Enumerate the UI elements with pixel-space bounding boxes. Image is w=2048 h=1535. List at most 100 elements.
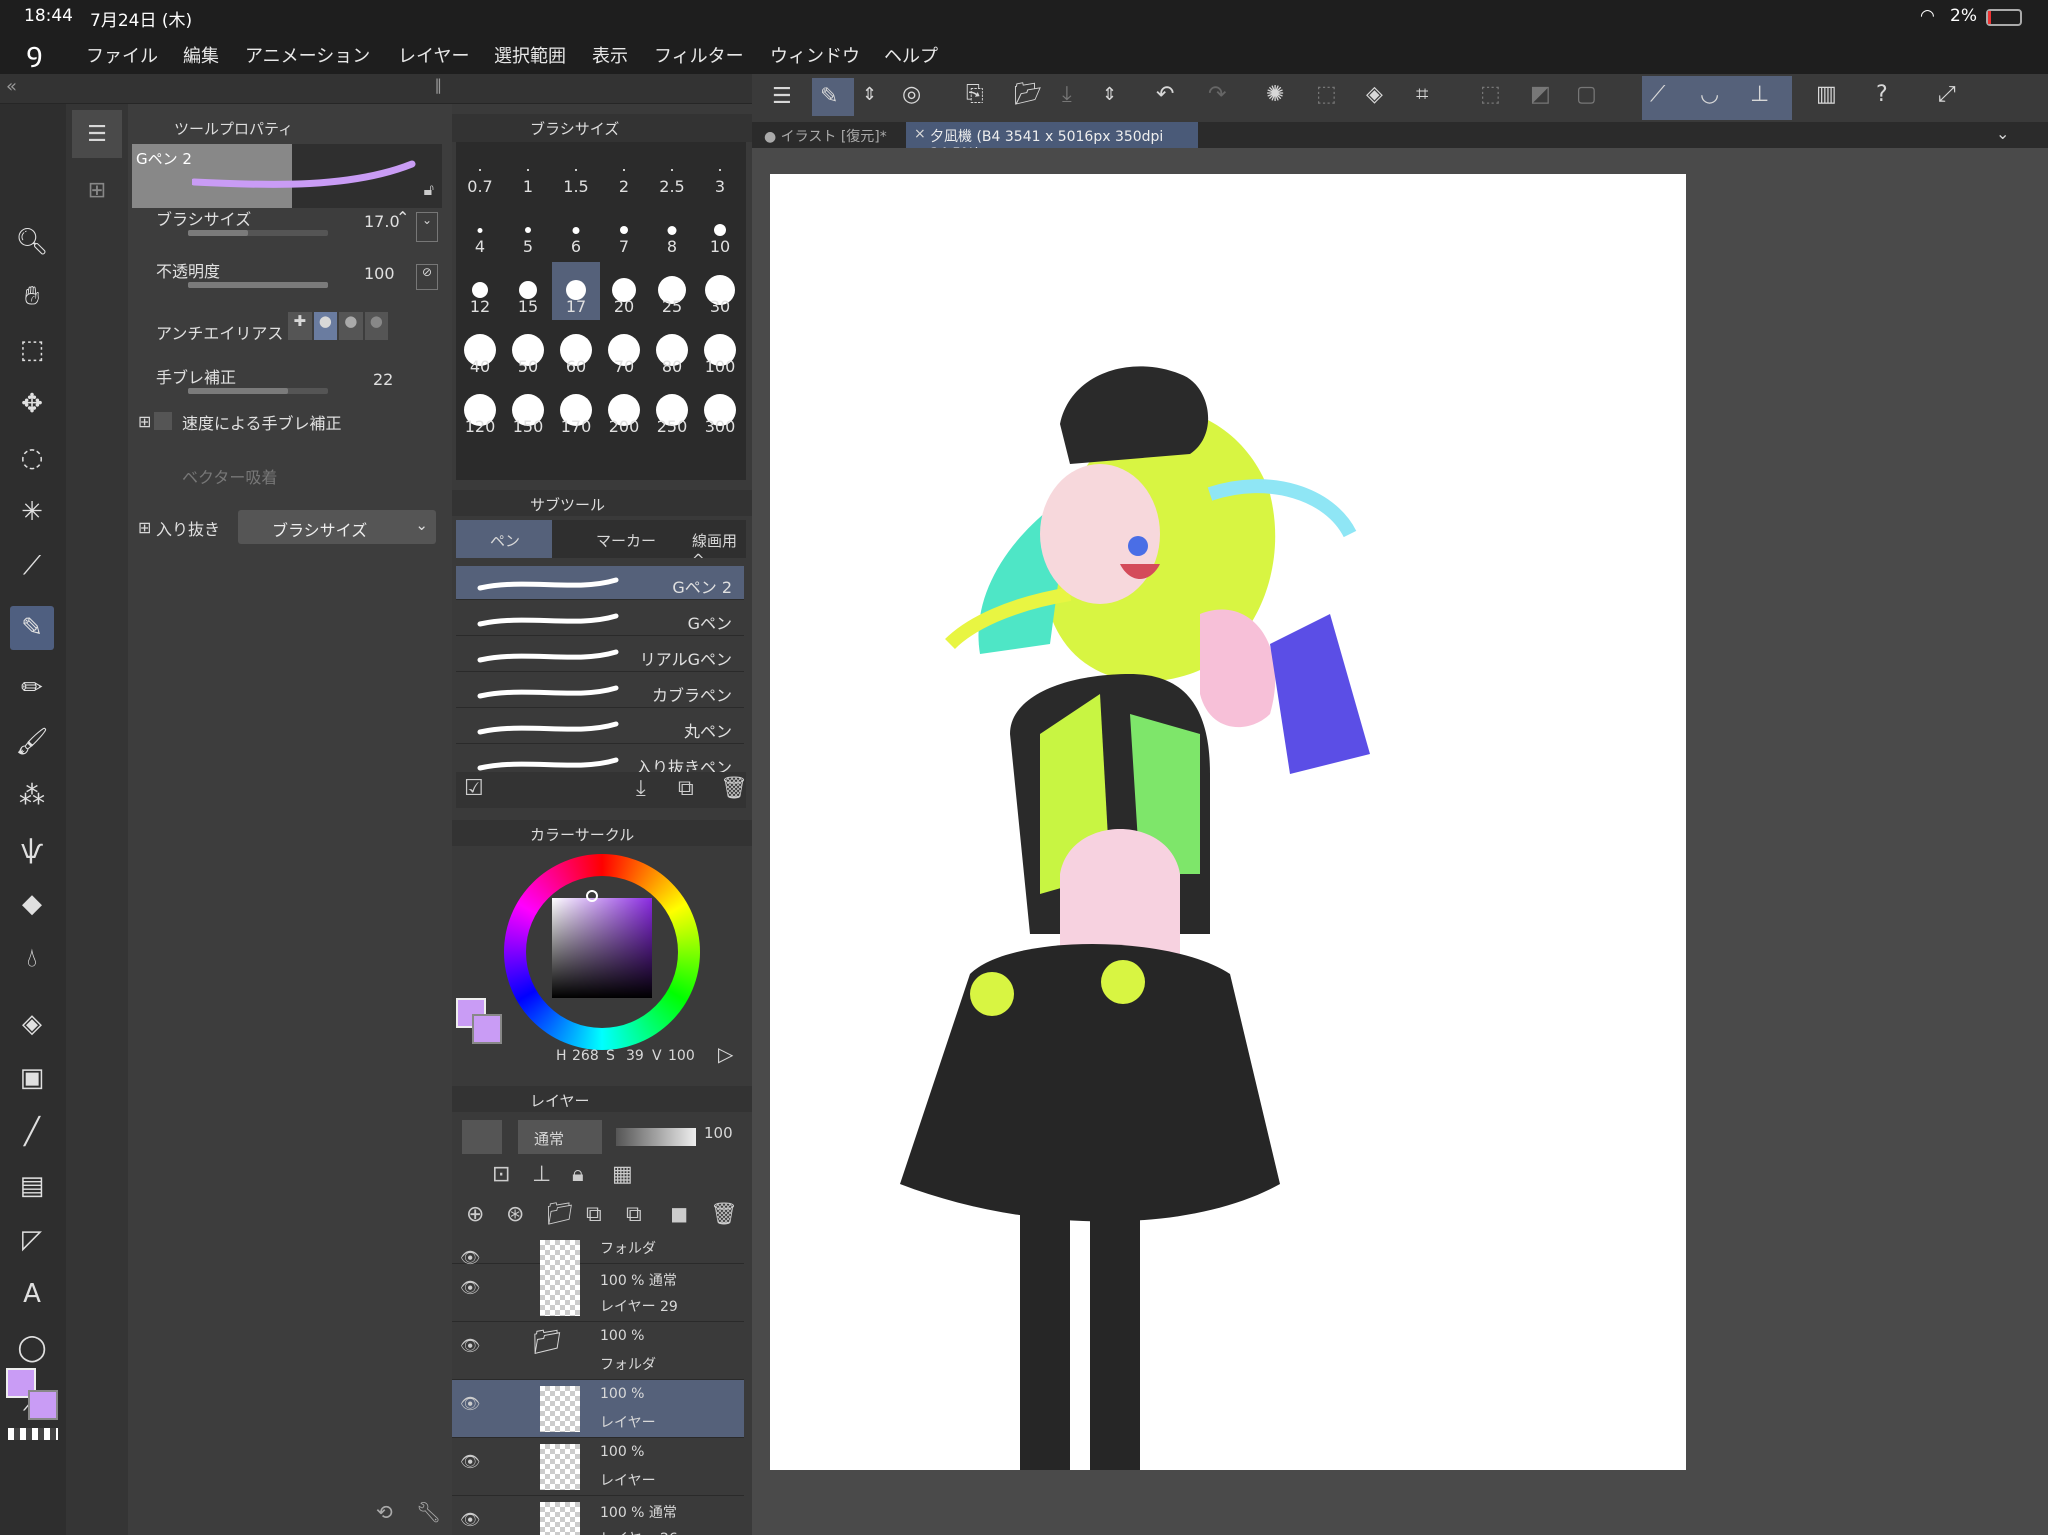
brush-size-cell[interactable]: 40 [456, 322, 504, 380]
redo-icon[interactable]: ↷ [1208, 82, 1226, 107]
special-ruler-snap-icon[interactable]: ◡ [1700, 82, 1719, 107]
new-raster-layer-icon[interactable]: ⊕ [466, 1202, 484, 1227]
brush-size-stepper[interactable]: ⌃ [396, 208, 409, 227]
layer-row[interactable]: 👁︎ 📁︎ 100 % フォルダ [452, 1322, 744, 1380]
subtool-item[interactable]: カブラペン [456, 674, 744, 708]
companion-icon[interactable]: ◎ [902, 82, 921, 107]
subtool-item[interactable]: 丸ペン [456, 710, 744, 744]
move-tool-icon[interactable]: ✥ [10, 382, 54, 426]
download-icon[interactable]: ⤓ [636, 776, 646, 801]
subtool-item[interactable]: Gペン [456, 602, 744, 636]
layer-color-button[interactable] [462, 1120, 502, 1154]
layer-row[interactable]: 👁︎ 100 % 通常レイヤー 26 [452, 1496, 744, 1535]
lock-layer-icon[interactable]: 🔒︎ [572, 1162, 584, 1187]
brush-size-cell[interactable]: 1.5 [552, 142, 600, 200]
menu-hamburger-icon[interactable]: ☰ [772, 84, 792, 109]
subtool-item[interactable]: Gペン 2 [456, 566, 744, 600]
speed-stab-checkbox[interactable] [154, 412, 172, 430]
merge-down-icon[interactable]: ⧉ [586, 1202, 602, 1227]
chevron-down-icon[interactable]: ⌄ [1996, 124, 2009, 143]
visibility-eye-icon[interactable]: 👁︎ [460, 1452, 480, 1471]
fill-tool-icon[interactable]: ◈ [10, 1002, 54, 1046]
brush-size-cell[interactable]: 7 [600, 202, 648, 260]
stabilization-value[interactable]: 22 [373, 370, 393, 389]
zoom-tool-icon[interactable]: 🔍︎ [10, 220, 54, 264]
opacity-pressure-icon[interactable]: ⊘ [416, 264, 438, 290]
expand-taper-icon[interactable]: ⊞ [138, 518, 151, 537]
color-sub-swatch[interactable] [472, 1014, 502, 1044]
trash-icon[interactable]: 🗑︎ [720, 776, 748, 801]
blend-mode-dropdown[interactable]: 通常 [518, 1120, 602, 1154]
subtool-tab-pen[interactable]: ペン [490, 530, 520, 551]
expand-icon[interactable]: ⊞ [138, 412, 151, 431]
tool-property-tab[interactable]: ツールプロパティ [174, 118, 293, 139]
deselect-icon[interactable]: ⬚ [1480, 82, 1501, 107]
pen-tool-icon[interactable]: ✎ [10, 606, 54, 650]
selection-border-icon[interactable]: ▢ [1576, 82, 1597, 107]
transparent-color-swatch[interactable] [8, 1428, 58, 1440]
brush-size-cell[interactable]: 1 [504, 142, 552, 200]
clip-icon[interactable]: ⊡ [492, 1162, 510, 1187]
color-circle-tab[interactable]: カラーサークル [530, 824, 634, 845]
delete-layer-icon[interactable]: 🗑︎ [710, 1202, 738, 1227]
layer-opacity-value[interactable]: 100 [704, 1124, 733, 1142]
text-tool-icon[interactable]: A [10, 1272, 54, 1316]
antialias-selector[interactable]: ✚ ● ● ● [288, 312, 388, 340]
stabilization-slider[interactable] [188, 388, 328, 394]
opacity-value[interactable]: 100 [364, 264, 395, 283]
brush-size-cell[interactable]: 100 [696, 322, 744, 380]
invert-selection-icon[interactable]: ◩ [1530, 82, 1551, 107]
subtool-tab-lineart[interactable]: 線画用^ [692, 530, 746, 569]
layer-tab[interactable]: レイヤー [530, 1090, 590, 1111]
device-icon[interactable]: ▥ [1816, 82, 1837, 107]
brush-size-cell[interactable]: 15 [504, 262, 552, 320]
brush-size-cell[interactable]: 3 [696, 142, 744, 200]
subtool-tab[interactable]: サブツール [530, 494, 605, 515]
magic-wand-icon[interactable]: ✳ [10, 490, 54, 534]
brush-size-cell[interactable]: 6 [552, 202, 600, 260]
undo-icon[interactable]: ↶ [1156, 82, 1174, 107]
brush-size-pressure-icon[interactable]: ⌄ [416, 212, 438, 242]
brush-size-cell[interactable]: 10 [696, 202, 744, 260]
brush-size-cell[interactable]: 20 [600, 262, 648, 320]
save-icon[interactable]: ⤓ [1062, 82, 1072, 107]
menu-file[interactable]: ファイル [86, 42, 158, 68]
brush-size-value[interactable]: 17.0 [364, 212, 400, 231]
brush-size-cell[interactable]: 0.7 [456, 142, 504, 200]
brush-tool-icon[interactable]: 🖌︎ [10, 720, 54, 764]
canvas-tab-illust[interactable]: ● イラスト [復元]* [764, 126, 887, 146]
visibility-eye-icon[interactable]: 👁︎ [460, 1394, 480, 1413]
duplicate-icon[interactable]: ⧉ [678, 776, 694, 801]
hand-tool-icon[interactable]: ✋︎ [10, 274, 54, 318]
reset-icon[interactable]: ⟲ [376, 1500, 393, 1524]
new-file-icon[interactable]: ⎘ [966, 82, 984, 107]
brush-size-cell[interactable]: 25 [648, 262, 696, 320]
eraser-tool-icon[interactable]: ◆ [10, 882, 54, 926]
layer-row[interactable]: 👁︎ 100 % レイヤー [452, 1380, 744, 1438]
pencil-tool-icon[interactable]: ✏ [10, 666, 54, 710]
brush-size-cell[interactable]: 80 [648, 322, 696, 380]
stepper-icon[interactable]: ⇕ [862, 84, 877, 105]
object-tool-icon[interactable]: ⬚ [10, 328, 54, 372]
menu-window[interactable]: ウィンドウ [770, 42, 860, 68]
visibility-eye-icon[interactable]: 👁︎ [460, 1336, 480, 1355]
brush-size-cell[interactable]: 170 [552, 382, 600, 440]
brush-size-cell[interactable]: 70 [600, 322, 648, 380]
play-icon[interactable]: ▷ [718, 1042, 733, 1066]
menu-selection[interactable]: 選択範囲 [494, 42, 566, 68]
brush-size-slider[interactable] [188, 230, 328, 236]
brush-size-cell[interactable]: 12 [456, 262, 504, 320]
menu-help[interactable]: ヘルプ [884, 42, 938, 68]
color-picker-handle[interactable] [586, 890, 598, 902]
menu-edit[interactable]: 編集 [183, 42, 219, 68]
navigator-tab-icon[interactable]: ⊞ [72, 166, 122, 214]
layer-row[interactable]: 👁︎ 100 % 通常 レイヤー 29 [452, 1264, 744, 1322]
ruler-snap-icon[interactable]: ⟋ [1650, 82, 1665, 107]
layer-row[interactable]: 👁︎ 100 % レイヤー [452, 1438, 744, 1496]
brush-size-cell[interactable]: 200 [600, 382, 648, 440]
grid-snap-icon[interactable]: ⊥ [1750, 82, 1769, 107]
crop-icon[interactable]: ⌗ [1416, 82, 1428, 107]
brush-size-cell[interactable]: 300 [696, 382, 744, 440]
menu-layer[interactable]: レイヤー [398, 42, 469, 68]
lock-icon[interactable]: 🔓︎ [424, 180, 434, 200]
